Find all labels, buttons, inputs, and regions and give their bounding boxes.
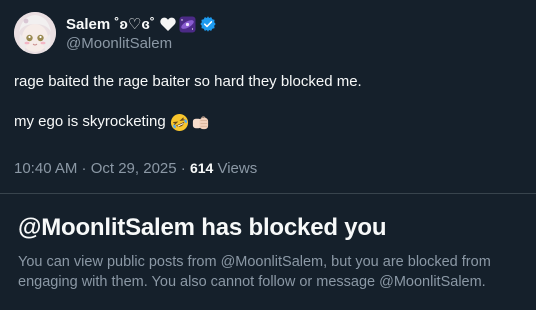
verified-badge-icon[interactable] <box>199 15 217 33</box>
avatar[interactable] <box>14 12 56 54</box>
white-heart-icon <box>160 17 176 31</box>
views-label: Views <box>213 160 258 177</box>
tweet: Salem ˚ʚ♡ɞ˚ @MoonlitSalem rage baited th… <box>0 0 536 192</box>
fist-bump-emoji-icon <box>192 115 208 129</box>
tweet-meta: 10:40 AM · Oct 29, 2025 · 614 Views <box>14 160 257 177</box>
blocked-notice: @MoonlitSalem has blocked you You can vi… <box>18 214 528 292</box>
tweet-timestamp[interactable]: 10:40 AM · Oct 29, 2025 · <box>14 160 190 177</box>
user-names: Salem ˚ʚ♡ɞ˚ @MoonlitSalem <box>66 14 217 52</box>
tweet-emojis <box>170 113 210 132</box>
name-emojis <box>160 16 196 33</box>
divider <box>0 193 536 194</box>
views-count[interactable]: 614 <box>190 160 213 176</box>
display-name[interactable]: Salem ˚ʚ♡ɞ˚ <box>66 15 155 33</box>
tweet-text: rage baited the rage baiter so hard they… <box>14 72 522 132</box>
user-handle[interactable]: @MoonlitSalem <box>66 35 217 52</box>
tweet-text-line-1: rage baited the rage baiter so hard they… <box>14 73 362 90</box>
blocked-description: You can view public posts from @MoonlitS… <box>18 254 491 290</box>
galaxy-emoji-icon <box>179 16 196 32</box>
tweet-text-line-2: my ego is skyrocketing <box>14 112 522 132</box>
tweet-text-line-2-text: my ego is skyrocketing <box>14 113 166 130</box>
display-name-row: Salem ˚ʚ♡ɞ˚ <box>66 14 217 34</box>
blocked-title: @MoonlitSalem has blocked you <box>18 214 387 241</box>
rofl-emoji-icon <box>170 113 188 131</box>
